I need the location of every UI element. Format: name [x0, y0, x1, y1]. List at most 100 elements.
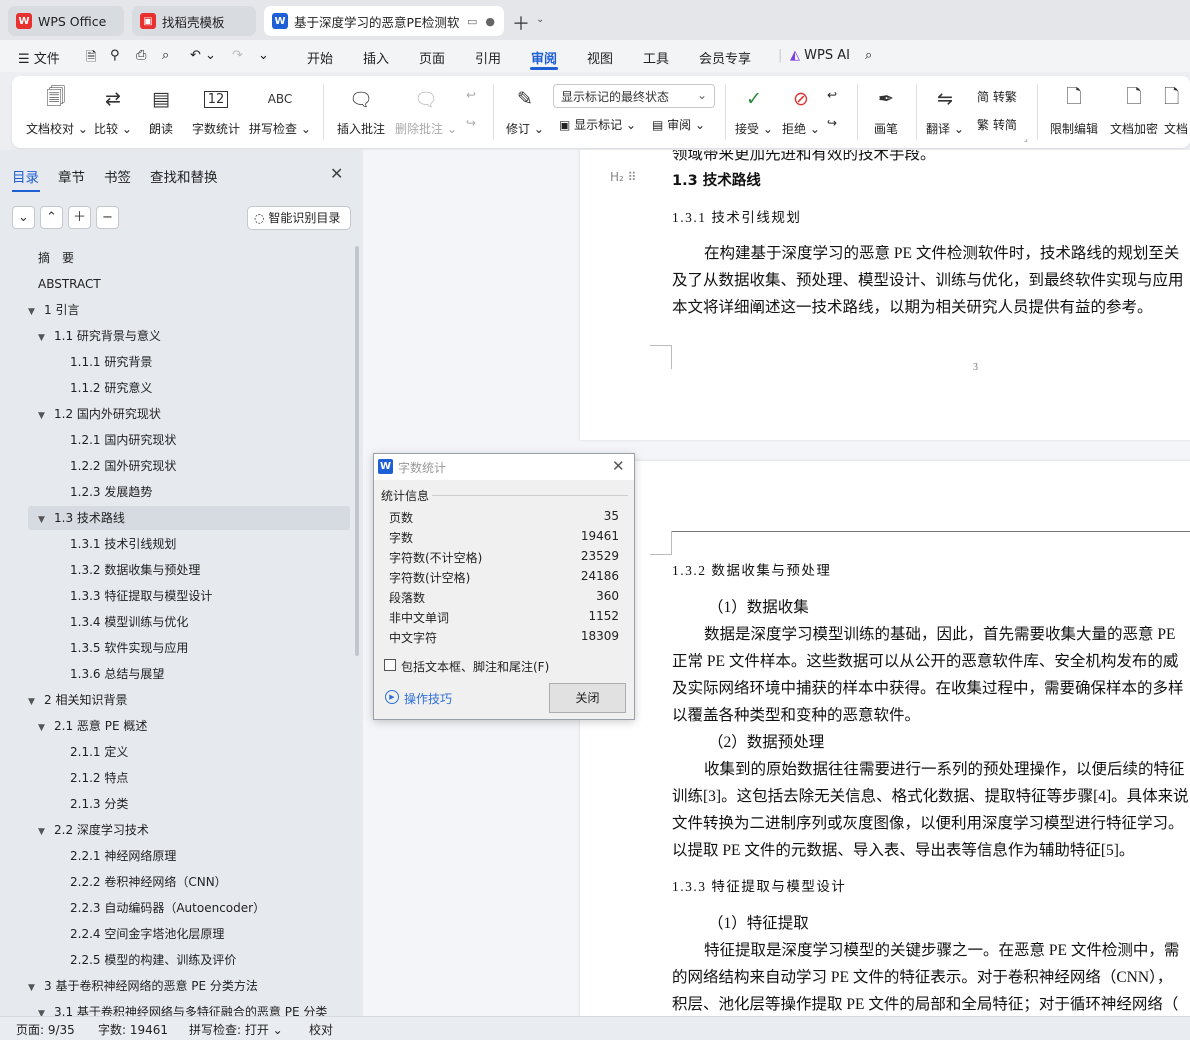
prev-comment-icon[interactable]: ↩ [466, 88, 476, 102]
reject-button[interactable]: ⊘ 拒绝 ⌄ [778, 84, 824, 137]
menu-insert[interactable]: 插入 [363, 48, 389, 67]
expand-toggle-icon[interactable]: ▼ [28, 690, 40, 712]
toc-item[interactable]: 1.3.6 总结与展望 [28, 662, 350, 686]
toc-item[interactable]: 2.2.3 自动编码器（Autoencoder） [28, 896, 350, 920]
save-icon[interactable]: 🗎 [86, 48, 96, 70]
tab-find-replace[interactable]: 查找和替换 [150, 166, 218, 186]
preview-icon[interactable]: ⌕ [162, 48, 169, 63]
toc-item[interactable]: 1.2.2 国外研究现状 [28, 454, 350, 478]
heading-marker-icon[interactable]: H₂ ⠿ [610, 170, 636, 184]
play-icon[interactable]: ▶ [385, 690, 399, 704]
spell-check-button[interactable]: ABC 拼写检查 ⌄ [248, 84, 312, 137]
add-icon[interactable]: ＋ [68, 206, 91, 229]
word-count-status[interactable]: 字数: 19461 [98, 1021, 168, 1038]
include-footnotes-checkbox[interactable] [384, 659, 396, 671]
toc-item[interactable]: 1.3.3 特征提取与模型设计 [28, 584, 350, 608]
markup-view-select[interactable]: 显示标记的最终状态 ⌄ [553, 84, 715, 108]
tab-document[interactable]: W 基于深度学习的恶意PE检测软 ▭ ● [264, 6, 504, 36]
doc-more-button[interactable]: 🗋 文档 [1164, 84, 1190, 137]
toc-item[interactable]: ABSTRACT [28, 272, 350, 296]
menu-start[interactable]: 开始 [307, 48, 333, 67]
toc-item[interactable]: 1.1.2 研究意义 [28, 376, 350, 400]
toc-item[interactable]: 摘 要 [28, 246, 350, 270]
toc-item[interactable]: ▼ 2.1 恶意 PE 概述 [28, 714, 350, 738]
toc-item[interactable]: 2.1.1 定义 [28, 740, 350, 764]
proof-status[interactable]: 校对 [309, 1021, 333, 1038]
word-count-button[interactable]: 12 字数统计 [188, 84, 244, 137]
expand-toggle-icon[interactable]: ▼ [38, 820, 50, 842]
wps-ai-button[interactable]: ◭ WPS AI [790, 48, 850, 63]
toc-item[interactable]: 2.1.2 特点 [28, 766, 350, 790]
smart-toc-button[interactable]: ◌ 智能识别目录 [247, 206, 351, 230]
revise-button[interactable]: ✎ 修订 ⌄ [502, 84, 548, 137]
new-tab-icon[interactable]: ＋ [512, 10, 530, 36]
to-simplified-button[interactable]: 繁 转简 [977, 116, 1017, 133]
translate-button[interactable]: ⇋ 翻译 ⌄ [922, 84, 968, 137]
show-markup-button[interactable]: ▣ 显示标记 ⌄ [559, 116, 636, 133]
close-icon[interactable]: ✕ [612, 457, 625, 475]
toc-item[interactable]: 1.3.2 数据收集与预处理 [28, 558, 350, 582]
close-button[interactable]: 关闭 [549, 683, 626, 713]
remove-icon[interactable]: − [96, 206, 119, 229]
toc-item[interactable]: ▼ 1.1 研究背景与意义 [28, 324, 350, 348]
redo-icon[interactable]: ↷ [232, 48, 243, 63]
collapse-icon[interactable]: ⌄ [12, 206, 35, 229]
expand-toggle-icon[interactable]: ▼ [38, 404, 50, 426]
delete-comment-button[interactable]: 🗨 删除批注 ⌄ [395, 84, 457, 137]
close-icon[interactable]: ✕ [330, 164, 343, 183]
toc-item[interactable]: 2.2.1 神经网络原理 [28, 844, 350, 868]
tab-bookmarks[interactable]: 书签 [104, 166, 131, 186]
doc-proof-button[interactable]: 🗐 文档校对 ⌄ [26, 84, 88, 137]
toc-item[interactable]: 1.3.5 软件实现与应用 [28, 636, 350, 660]
chevron-down-icon[interactable]: ⌄ [536, 14, 544, 25]
print-icon[interactable]: ⎙ [136, 48, 146, 63]
next-comment-icon[interactable]: ↪ [466, 116, 476, 130]
dialog-title-bar[interactable]: W 字数统计 ✕ [374, 454, 634, 480]
expand-up-icon[interactable]: ⌃ [40, 206, 63, 229]
expand-toggle-icon[interactable]: ▼ [28, 300, 40, 322]
expand-toggle-icon[interactable]: ▼ [28, 976, 40, 998]
toc-item[interactable]: 2.1.3 分类 [28, 792, 350, 816]
dialog-launcher-icon[interactable]: ⌟ [1024, 134, 1028, 143]
close-dot-icon[interactable]: ● [485, 15, 495, 28]
toc-item[interactable]: ▼ 2 相关知识背景 [28, 688, 350, 712]
link-icon[interactable]: ⚲ [110, 48, 120, 63]
more-chevron-icon[interactable]: ⌄ [258, 48, 269, 63]
read-aloud-button[interactable]: ▤ 朗读 [136, 84, 186, 137]
toc-item[interactable]: 1.2.1 国内研究现状 [28, 428, 350, 452]
prev-change-icon[interactable]: ↩ [827, 88, 837, 102]
toc-item[interactable]: 2.2.4 空间金字塔池化层原理 [28, 922, 350, 946]
tab-wps-office[interactable]: W WPS Office [8, 6, 124, 36]
menu-page[interactable]: 页面 [419, 48, 445, 67]
tab-chapters[interactable]: 章节 [58, 166, 85, 186]
file-menu[interactable]: ☰ 文件 [18, 48, 60, 67]
page-indicator[interactable]: 页面: 9/35 [16, 1021, 75, 1038]
pen-button[interactable]: ✒ 画笔 [862, 84, 910, 137]
toc-item[interactable]: 2.2.5 模型的构建、训练及评价 [28, 948, 350, 972]
expand-toggle-icon[interactable]: ▼ [38, 508, 50, 530]
compare-button[interactable]: ⇄ 比较 ⌄ [88, 84, 138, 137]
toc-item[interactable]: ▼ 3 基于卷积神经网络的恶意 PE 分类方法 [28, 974, 350, 998]
restrict-edit-button[interactable]: 🗋 限制编辑 [1046, 84, 1102, 137]
spell-check-status[interactable]: 拼写检查: 打开 ⌄ [189, 1021, 283, 1038]
toc-item[interactable]: ▼ 2.2 深度学习技术 [28, 818, 350, 842]
to-traditional-button[interactable]: 简 转繁 [977, 88, 1017, 105]
menu-reference[interactable]: 引用 [475, 48, 501, 67]
encrypt-button[interactable]: 🗋 文档加密 [1106, 84, 1162, 137]
insert-comment-button[interactable]: 🗨 插入批注 [333, 84, 389, 137]
toc-item[interactable]: ▼ 1.3 技术路线 [28, 506, 350, 530]
toc-item[interactable]: ▼ 1.2 国内外研究现状 [28, 402, 350, 426]
toc-item[interactable]: 1.2.3 发展趋势 [28, 480, 350, 504]
accept-button[interactable]: ✓ 接受 ⌄ [731, 84, 777, 137]
next-change-icon[interactable]: ↪ [827, 116, 837, 130]
menu-tools[interactable]: 工具 [643, 48, 669, 67]
tips-link[interactable]: 操作技巧 [404, 690, 452, 707]
menu-review[interactable]: 审阅 [531, 48, 557, 67]
toc-item[interactable]: 1.1.1 研究背景 [28, 350, 350, 374]
expand-toggle-icon[interactable]: ▼ [38, 716, 50, 738]
review-pane-button[interactable]: ▤ 审阅 ⌄ [652, 116, 705, 133]
undo-icon[interactable]: ↶ ⌄ [190, 48, 216, 63]
tab-toc[interactable]: 目录 [12, 166, 39, 186]
tab-template[interactable]: ▣ 找稻壳模板 [132, 6, 256, 36]
search-icon[interactable]: ⌕ [865, 48, 872, 63]
